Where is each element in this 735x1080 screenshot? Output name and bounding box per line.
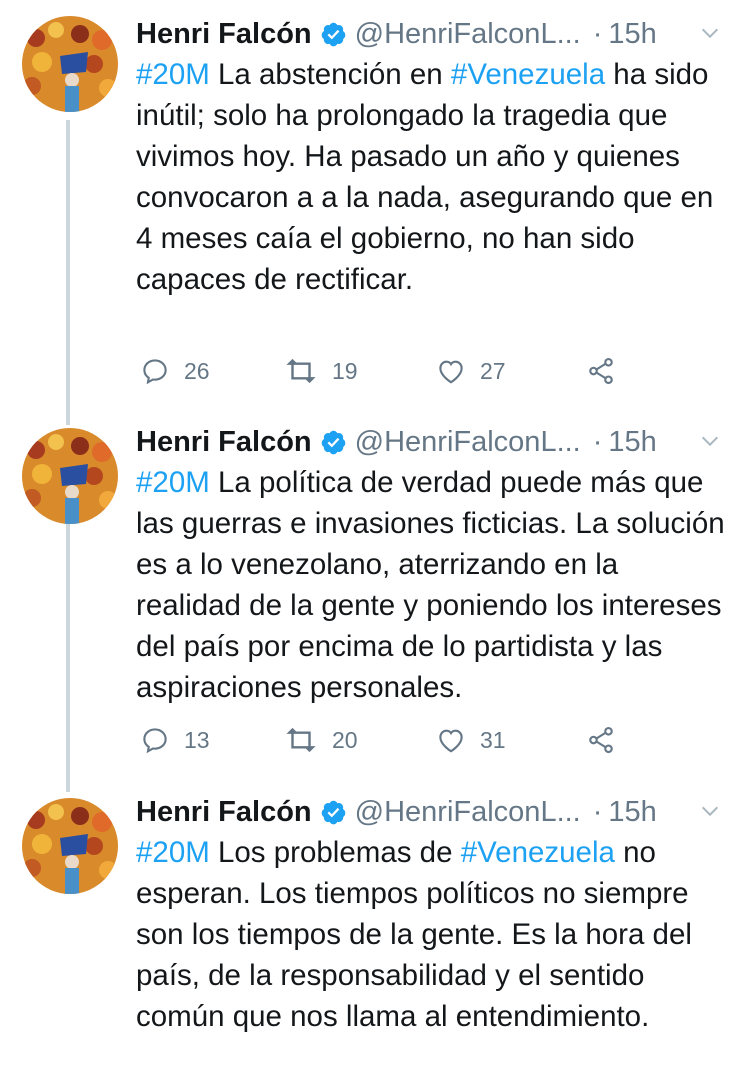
avatar[interactable]	[22, 16, 118, 112]
retweet-button[interactable]: 20	[284, 720, 358, 760]
tweet[interactable]: Henri Falcón @HenriFalconL... · 15h #20M…	[0, 792, 735, 1080]
tweet-text: #20M La política de verdad puede más que…	[136, 462, 726, 708]
chevron-down-icon[interactable]	[699, 22, 721, 44]
hashtag-link[interactable]: #Venezuela	[461, 836, 615, 869]
share-icon	[589, 726, 613, 754]
author-handle[interactable]: @HenriFalconL...	[355, 796, 581, 829]
tweet-header: Henri Falcón @HenriFalconL... · 15h	[136, 422, 726, 462]
hashtag-link[interactable]: #20M	[136, 466, 210, 499]
tweet-header: Henri Falcón @HenriFalconL... · 15h	[136, 14, 726, 54]
tweet-actions: 13 20 31	[136, 720, 636, 760]
retweet-count: 20	[332, 726, 358, 753]
hashtag-link[interactable]: #Venezuela	[451, 58, 605, 91]
retweet-button[interactable]: 19	[284, 351, 358, 391]
author-name[interactable]: Henri Falcón	[136, 426, 312, 459]
author-handle[interactable]: @HenriFalconL...	[355, 426, 581, 459]
tweet-text: #20M La abstención en #Venezuela ha sido…	[136, 54, 726, 300]
reply-button[interactable]: 26	[140, 351, 210, 391]
author-handle[interactable]: @HenriFalconL...	[355, 18, 581, 51]
tweet-text-segment: La abstención en	[209, 58, 451, 91]
share-button[interactable]	[586, 351, 616, 391]
timestamp[interactable]: 15h	[608, 426, 656, 459]
reply-icon	[143, 728, 167, 754]
like-count: 27	[480, 357, 506, 384]
reply-count: 26	[184, 357, 210, 384]
heart-icon	[439, 729, 463, 753]
verified-badge-icon	[321, 800, 345, 824]
tweet-text-segment: Los problemas de	[209, 836, 461, 869]
retweet-icon	[286, 727, 316, 753]
tweet[interactable]: Henri Falcón @HenriFalconL... · 15h #20M…	[0, 14, 735, 404]
author-name[interactable]: Henri Falcón	[136, 796, 312, 829]
tweet-text-segment: ha sido inútil; solo ha prolongado la tr…	[136, 58, 714, 296]
avatar[interactable]	[22, 428, 118, 524]
tweet-actions: 26 19 27	[136, 351, 636, 391]
separator-dot: ·	[592, 795, 603, 828]
timestamp[interactable]: 15h	[608, 796, 656, 829]
verified-badge-icon	[321, 22, 345, 46]
heart-icon	[439, 360, 463, 384]
reply-button[interactable]: 13	[140, 720, 210, 760]
separator-dot: ·	[592, 425, 603, 458]
reply-count: 13	[184, 726, 210, 753]
chevron-down-icon[interactable]	[699, 800, 721, 822]
like-button[interactable]: 31	[436, 720, 506, 760]
tweet-header: Henri Falcón @HenriFalconL... · 15h	[136, 792, 726, 832]
share-button[interactable]	[586, 720, 616, 760]
tweet[interactable]: Henri Falcón @HenriFalconL... · 15h #20M…	[0, 422, 735, 782]
avatar[interactable]	[22, 798, 118, 894]
like-button[interactable]: 27	[436, 351, 506, 391]
timestamp[interactable]: 15h	[608, 18, 656, 51]
author-name[interactable]: Henri Falcón	[136, 18, 312, 51]
tweet-text: #20M Los problemas de #Venezuela no espe…	[136, 832, 726, 1037]
retweet-count: 19	[332, 357, 358, 384]
tweet-text-segment: La política de verdad puede más que las …	[136, 466, 725, 704]
separator-dot: ·	[592, 17, 603, 50]
reply-icon	[143, 359, 167, 385]
hashtag-link[interactable]: #20M	[136, 836, 210, 869]
verified-badge-icon	[321, 430, 345, 454]
chevron-down-icon[interactable]	[699, 430, 721, 452]
hashtag-link[interactable]: #20M	[136, 58, 210, 91]
like-count: 31	[480, 726, 506, 753]
retweet-icon	[286, 358, 316, 384]
share-icon	[589, 357, 613, 385]
